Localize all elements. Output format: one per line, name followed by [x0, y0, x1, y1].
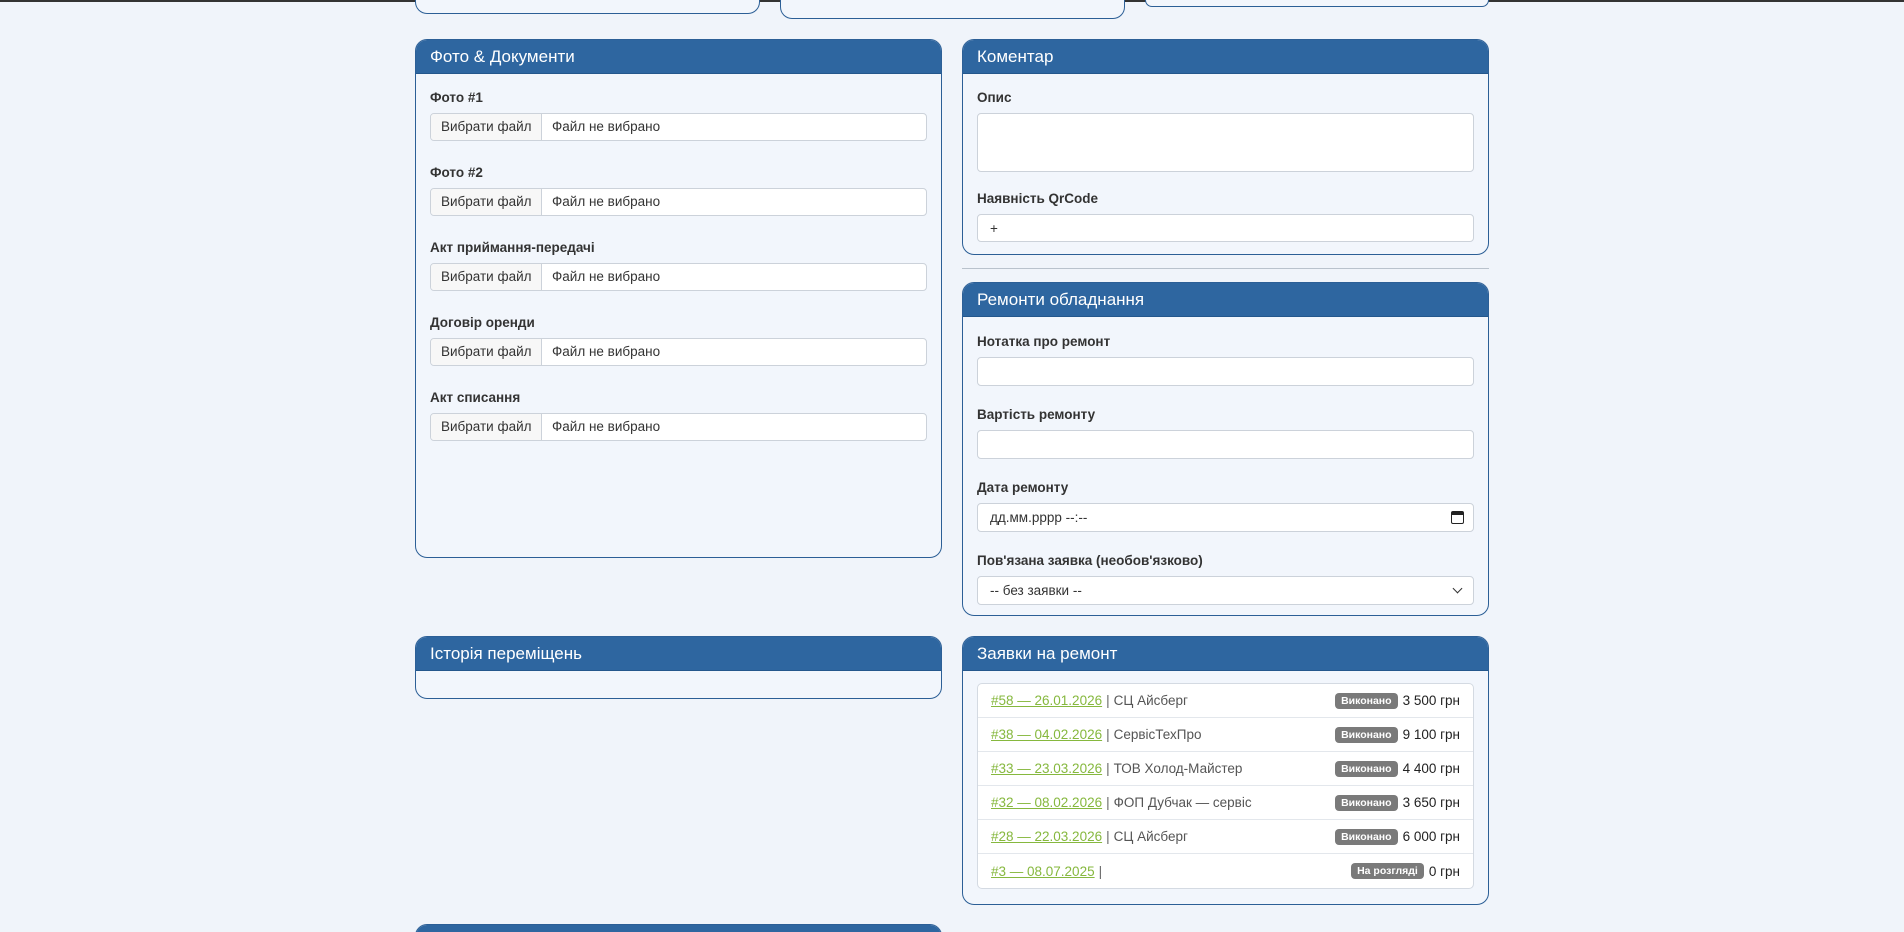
- separator: |: [1106, 761, 1110, 776]
- list-item: #32 — 08.02.2026 | ФОП Дубчак — сервіс Вико…: [978, 786, 1473, 820]
- movement-history-title: Історія переміщень: [416, 637, 941, 671]
- list-item: #3 — 08.07.2025 | На розгляді 0 грн: [978, 854, 1473, 888]
- chevron-down-icon: [1452, 583, 1463, 594]
- repair-cost-input[interactable]: [977, 430, 1474, 459]
- file-field-label: Фото #2: [430, 165, 483, 180]
- file-fields: Фото #1 Вибрати файл Файл не вибрано Фото #…: [416, 74, 941, 441]
- request-link[interactable]: #58 — 26.01.2026: [991, 693, 1102, 708]
- file-name-text: Файл не вибрано: [552, 194, 661, 209]
- vendor-name: ФОП Дубчак — сервіс: [1113, 795, 1252, 810]
- linked-request-select[interactable]: -- без заявки --: [977, 576, 1474, 605]
- request-link[interactable]: #38 — 04.02.2026: [991, 727, 1102, 742]
- file-input[interactable]: Вибрати файл Файл не вибрано: [430, 188, 927, 216]
- comment-card: Коментар Опис Наявність QrCode +: [962, 39, 1489, 255]
- list-item: #58 — 26.01.2026 | СЦ Айсберг Виконано 3 500…: [978, 684, 1473, 718]
- qrcode-label: Наявність QrCode: [977, 191, 1099, 206]
- linked-request-label: Пов'язана заявка (необов'язково): [977, 553, 1203, 568]
- description-textarea[interactable]: [977, 113, 1474, 172]
- previous-card-stub-middle: [780, 0, 1125, 19]
- file-input[interactable]: Вибрати файл Файл не вибрано: [430, 263, 927, 291]
- file-input[interactable]: Вибрати файл Файл не вибрано: [430, 113, 927, 141]
- photos-documents-title: Фото & Документи: [416, 40, 941, 74]
- separator: |: [1106, 795, 1110, 810]
- choose-file-button[interactable]: Вибрати файл: [431, 189, 542, 215]
- repair-note-label: Нотатка про ремонт: [977, 334, 1111, 349]
- status-badge: Виконано: [1335, 692, 1398, 709]
- section-divider: [962, 268, 1489, 269]
- choose-file-button[interactable]: Вибрати файл: [431, 339, 542, 365]
- vendor-name: СервісТехПро: [1113, 727, 1202, 742]
- choose-file-button[interactable]: Вибрати файл: [431, 264, 542, 290]
- request-link[interactable]: #28 — 22.03.2026: [991, 829, 1102, 844]
- comment-title: Коментар: [963, 40, 1488, 74]
- list-item: #33 — 23.03.2026 | ТОВ Холод-Майстер Викона…: [978, 752, 1473, 786]
- file-name-text: Файл не вибрано: [552, 419, 661, 434]
- file-input[interactable]: Вибрати файл Файл не вибрано: [430, 413, 927, 441]
- repair-requests-card: Заявки на ремонт #58 — 26.01.2026 | СЦ Айс…: [962, 636, 1489, 905]
- file-field-label: Акт приймання-передачі: [430, 240, 595, 255]
- file-name-text: Файл не вибрано: [552, 119, 661, 134]
- request-price: 9 100 грн: [1402, 727, 1460, 742]
- previous-card-stub-left: [415, 0, 760, 14]
- vendor-name: СЦ Айсберг: [1113, 829, 1188, 844]
- choose-file-button[interactable]: Вибрати файл: [431, 114, 542, 140]
- repair-requests-list: #58 — 26.01.2026 | СЦ Айсберг Виконано 3 500…: [977, 683, 1474, 889]
- request-price: 6 000 грн: [1402, 829, 1460, 844]
- request-price: 4 400 грн: [1402, 761, 1460, 776]
- qrcode-input[interactable]: +: [977, 214, 1474, 242]
- status-badge: На розгляді: [1351, 863, 1424, 879]
- request-link[interactable]: #3 — 08.07.2025: [991, 864, 1095, 879]
- next-card-stub: [415, 924, 942, 932]
- status-badge: Виконано: [1335, 794, 1398, 811]
- separator: |: [1106, 727, 1110, 742]
- file-field-label: Фото #1: [430, 90, 483, 105]
- status-badge: Виконано: [1335, 760, 1398, 777]
- repair-requests-title: Заявки на ремонт: [963, 637, 1488, 671]
- separator: |: [1106, 829, 1110, 844]
- linked-request-value: -- без заявки --: [990, 583, 1082, 598]
- equipment-repairs-card: Ремонти обладнання Нотатка про ремонт Ва…: [962, 282, 1489, 616]
- request-price: 3 650 грн: [1402, 795, 1460, 810]
- request-link[interactable]: #32 — 08.02.2026: [991, 795, 1102, 810]
- request-price: 3 500 грн: [1402, 693, 1460, 708]
- file-name-text: Файл не вибрано: [552, 269, 661, 284]
- repair-date-label: Дата ремонту: [977, 480, 1069, 495]
- repair-note-input[interactable]: [977, 357, 1474, 386]
- request-link[interactable]: #33 — 23.03.2026: [991, 761, 1102, 776]
- vendor-name: ТОВ Холод-Майстер: [1113, 761, 1243, 776]
- repair-date-value: дд.мм.рррр --:--: [990, 510, 1088, 525]
- choose-file-button[interactable]: Вибрати файл: [431, 414, 542, 440]
- equipment-repairs-title: Ремонти обладнання: [963, 283, 1488, 317]
- separator: |: [1106, 693, 1110, 708]
- repair-cost-label: Вартість ремонту: [977, 407, 1096, 422]
- description-label: Опис: [977, 90, 1012, 105]
- list-item: #28 — 22.03.2026 | СЦ Айсберг Виконано 6 000…: [978, 820, 1473, 854]
- status-badge: Виконано: [1335, 726, 1398, 743]
- calendar-icon[interactable]: [1451, 511, 1464, 524]
- status-badge: Виконано: [1335, 828, 1398, 845]
- file-field-label: Договір оренди: [430, 315, 535, 330]
- movement-history-card: Історія переміщень: [415, 636, 942, 699]
- file-field-label: Акт списання: [430, 390, 521, 405]
- list-item: #38 — 04.02.2026 | СервісТехПро Виконано 9 1…: [978, 718, 1473, 752]
- file-input[interactable]: Вибрати файл Файл не вибрано: [430, 338, 927, 366]
- repair-date-input[interactable]: дд.мм.рррр --:--: [977, 503, 1474, 532]
- request-price: 0 грн: [1428, 863, 1460, 879]
- photos-documents-card: Фото & Документи Фото #1 Вибрати файл Файл…: [415, 39, 942, 558]
- vendor-name: СЦ Айсберг: [1113, 693, 1188, 708]
- separator: |: [1098, 863, 1103, 879]
- file-name-text: Файл не вибрано: [552, 344, 661, 359]
- previous-card-stub-right: [1145, 0, 1489, 7]
